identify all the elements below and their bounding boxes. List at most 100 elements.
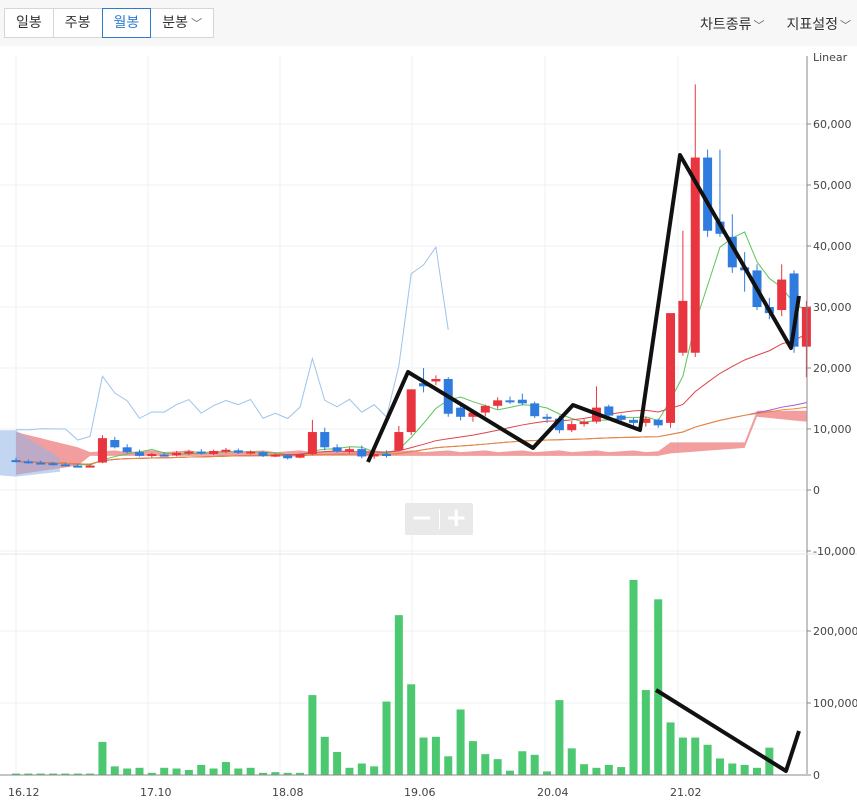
volume-tick-label: 100,000,0: [813, 697, 857, 710]
volume-bar: [555, 700, 564, 775]
volume-bar: [543, 771, 552, 775]
candle-body: [307, 432, 317, 455]
volume-bar: [209, 768, 218, 775]
zoom-out-button[interactable]: −: [405, 503, 439, 535]
time-tick-label: 19.06: [404, 786, 436, 799]
candle-body: [209, 450, 219, 455]
candle-body: [110, 439, 120, 448]
volume-bar: [419, 737, 428, 775]
candle-body: [196, 451, 206, 454]
trend-drawing: [366, 153, 801, 463]
volume-bar: [98, 741, 107, 775]
volume-bar: [357, 763, 366, 775]
period-tabs: 일봉 주봉 월봉 분봉 ﹀: [4, 8, 215, 38]
volume-bar: [740, 764, 749, 775]
volume-bar: [160, 767, 169, 775]
lagging-line: [15, 245, 449, 441]
volume-bar: [456, 709, 465, 775]
volume-bar: [518, 751, 527, 775]
volume-bar: [604, 764, 613, 775]
volume-bars: [12, 579, 774, 775]
time-tick-label: 20.04: [537, 786, 569, 799]
price-tick-label: 30,000: [813, 301, 852, 314]
volume-bar: [444, 756, 453, 775]
volume-bar: [728, 763, 737, 775]
candle-body: [777, 279, 787, 311]
volume-bar: [123, 768, 132, 775]
time-tick-label: 21.02: [670, 786, 702, 799]
candle-body: [270, 454, 280, 457]
candle-body: [332, 447, 342, 452]
volume-bar: [394, 615, 403, 775]
candle-body: [246, 451, 256, 454]
zoom-controls: − +: [405, 503, 473, 535]
chevron-down-icon: ﹀: [840, 19, 851, 32]
candle-body: [147, 454, 157, 457]
tab-monthly[interactable]: 월봉: [101, 8, 152, 38]
zoom-in-button[interactable]: +: [439, 503, 473, 535]
volume-bar: [345, 767, 354, 775]
price-tick-label: 0: [813, 484, 820, 497]
volume-bar: [468, 741, 477, 775]
candle-body: [567, 424, 577, 431]
volume-bar: [135, 767, 144, 775]
volume-tick-label: 0: [813, 769, 820, 782]
volume-bar: [382, 701, 391, 775]
candle-body: [394, 432, 404, 451]
tab-daily[interactable]: 일봉: [4, 8, 54, 38]
user-drawings: [366, 153, 801, 773]
candle-body: [678, 300, 688, 353]
chart-type-menu[interactable]: 차트종류 ﹀: [700, 14, 765, 34]
tab-minute-label: 분봉: [162, 15, 189, 31]
price-tick-label: -10,000: [813, 545, 855, 558]
candle-body: [295, 454, 305, 458]
candle-body: [159, 454, 169, 457]
volume-bar: [629, 579, 638, 775]
volume-bar: [431, 736, 440, 775]
candle-body: [172, 452, 182, 456]
scale-label: Linear: [813, 51, 848, 64]
candle-body: [505, 400, 515, 403]
volume-bar: [617, 767, 626, 775]
candle-body: [456, 407, 466, 417]
candle-body: [604, 406, 614, 416]
volume-bar: [370, 766, 379, 775]
tab-minute[interactable]: 분봉 ﹀: [150, 8, 215, 38]
price-tick-label: 50,000: [813, 179, 852, 192]
candle-body: [480, 405, 490, 413]
tab-weekly[interactable]: 주봉: [52, 8, 103, 38]
candle-body: [320, 432, 330, 448]
candle-body: [85, 465, 95, 468]
volume-bar: [333, 751, 342, 775]
volume-bar: [567, 748, 576, 775]
volume-bar: [580, 764, 589, 775]
volume-bar: [678, 737, 687, 775]
candle-body: [666, 313, 676, 423]
candle-body: [11, 460, 21, 463]
time-tick-label: 17.10: [140, 786, 172, 799]
candle-body: [629, 419, 638, 423]
candle-body: [579, 421, 589, 425]
volume-bar: [197, 764, 206, 775]
candle-body: [653, 419, 663, 426]
volume-bar: [493, 759, 502, 775]
chevron-down-icon: ﹀: [191, 17, 203, 30]
volume-bar: [184, 769, 193, 775]
price-tick-label: 60,000: [813, 118, 852, 131]
candle-body: [258, 452, 268, 456]
volume-bar: [753, 767, 761, 775]
volume-bar: [641, 690, 650, 775]
candle-body: [48, 463, 58, 466]
volume-bar: [234, 768, 243, 775]
volume-bar: [110, 766, 119, 775]
volume-bar: [308, 695, 317, 775]
volume-bar: [246, 767, 255, 775]
stock-chart[interactable]: Linear -10,000 0 10,000 20,000 30,000 40,000 50…: [0, 46, 857, 806]
candle-body: [801, 307, 811, 347]
volume-bar: [654, 599, 663, 775]
volume-bar: [592, 767, 601, 775]
price-tick-label: 10,000: [813, 423, 852, 436]
volume-bar: [481, 754, 490, 775]
chart-type-label: 차트종류: [699, 17, 752, 33]
indicator-settings-menu[interactable]: 지표설정 ﹀: [786, 14, 851, 34]
